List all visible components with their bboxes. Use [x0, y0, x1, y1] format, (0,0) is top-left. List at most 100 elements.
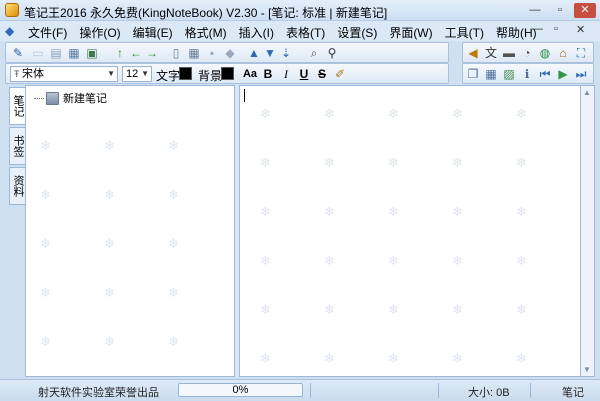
status-separator — [438, 383, 439, 398]
tab-notes[interactable]: 笔记 — [9, 87, 25, 125]
snowflake-watermark-icon: ❄ — [452, 155, 463, 170]
pen-icon[interactable]: ✎ — [10, 45, 26, 61]
right-toolbar: ◀ 文 ▬ ◔ ◍ ⌂ ⛶ — [462, 42, 594, 63]
tab-bookmarks[interactable]: 书签 — [9, 127, 25, 165]
note-tree: 新建笔记 ❄ ❄ ❄ ❄ ❄ ❄ ❄ ❄ ❄ ❄ ❄ ❄ ❄ ❄ ❄ — [25, 85, 235, 377]
size-readout: 大小: 0B — [468, 387, 510, 399]
progress-bar: 0% — [178, 383, 303, 397]
clock-icon[interactable]: ◔ — [519, 45, 535, 61]
menu-edit[interactable]: 编辑(E) — [127, 24, 179, 41]
snowflake-watermark-icon: ❄ — [260, 155, 271, 170]
text-color-swatch[interactable] — [179, 67, 192, 80]
menu-table[interactable]: 表格(T) — [280, 24, 331, 41]
vertical-scrollbar[interactable]: ▲ ▼ — [581, 85, 595, 377]
info-icon[interactable]: ℹ — [519, 66, 535, 82]
font-name-value: 宋体 — [22, 68, 44, 80]
font-size-select[interactable]: 12 ▼ — [122, 66, 152, 82]
globe-icon[interactable]: ◍ — [537, 45, 553, 61]
table-icon[interactable]: ▦ — [186, 45, 202, 61]
menu-interface[interactable]: 界面(W) — [383, 24, 438, 41]
status-separator — [530, 383, 531, 398]
export-icon[interactable]: ▣ — [84, 45, 100, 61]
menu-operate[interactable]: 操作(O) — [73, 24, 126, 41]
menu-file[interactable]: 文件(F) — [22, 24, 73, 41]
underline-button[interactable]: U — [296, 66, 312, 82]
first-icon[interactable]: ⏮ — [537, 66, 553, 82]
snowflake-watermark-icon: ❄ — [324, 106, 335, 121]
home-icon[interactable]: ⌂ — [555, 45, 571, 61]
menu-logo-icon: ◆ — [5, 24, 15, 38]
menu-format[interactable]: 格式(M) — [179, 24, 233, 41]
restore-button[interactable]: ▫ — [550, 3, 570, 18]
snowflake-watermark-icon: ❄ — [40, 285, 51, 300]
snowflake-watermark-icon: ❄ — [388, 106, 399, 121]
snowflake-watermark-icon: ❄ — [516, 302, 527, 317]
snowflake-watermark-icon: ❄ — [40, 236, 51, 251]
copy-icon[interactable]: ❐ — [465, 66, 481, 82]
arrow-down-blue-icon[interactable]: ▼ — [262, 45, 278, 61]
move-right-icon[interactable]: → — [144, 45, 160, 61]
progress-label: 0% — [232, 384, 249, 396]
page-icon[interactable]: ▯ — [168, 45, 184, 61]
brand-credit: 射天软件实验室荣誉出品 — [38, 387, 159, 399]
new-icon[interactable]: ▭ — [30, 45, 46, 61]
snowflake-watermark-icon: ❄ — [260, 106, 271, 121]
tree-item[interactable]: 新建笔记 — [34, 90, 107, 106]
doc-restore-button[interactable]: ▫ — [554, 23, 558, 35]
snowflake-watermark-icon: ❄ — [260, 253, 271, 268]
doc-minimize-button[interactable]: — — [532, 23, 543, 35]
tree-item-label: 新建笔记 — [63, 93, 107, 105]
tab-materials[interactable]: 资料 — [9, 167, 25, 205]
translate-icon[interactable]: 文 — [483, 45, 499, 61]
snowflake-watermark-icon: ❄ — [324, 204, 335, 219]
snowflake-watermark-icon: ❄ — [168, 334, 179, 349]
menu-tools[interactable]: 工具(T) — [439, 24, 490, 41]
text-caret — [244, 89, 245, 102]
preview-icon[interactable]: ⌕ — [306, 45, 322, 61]
grid-icon[interactable]: ▦ — [483, 66, 499, 82]
menu-bar: ◆ 文件(F) 操作(O) 编辑(E) 格式(M) 插入(I) 表格(T) 设置… — [0, 21, 600, 41]
bg-color-swatch[interactable] — [221, 67, 234, 80]
speaker-icon[interactable]: ◀ — [465, 45, 481, 61]
menu-settings[interactable]: 设置(S) — [331, 24, 383, 41]
tag-icon[interactable]: ◆ — [222, 45, 238, 61]
snowflake-watermark-icon: ❄ — [260, 351, 271, 366]
snowflake-watermark-icon: ❄ — [388, 253, 399, 268]
disk-icon[interactable]: ▪ — [204, 45, 220, 61]
note-editor[interactable]: ❄ ❄ ❄ ❄ ❄ ❄ ❄ ❄ ❄ ❄ ❄ ❄ ❄ ❄ ❄ ❄ ❄ ❄ ❄ ❄ ❄ ❄ ❄ ❄ ❄ ❄ ❄ ❄ ❄ ❄ — [239, 85, 581, 377]
up-arrow-icon[interactable]: ↑ — [112, 45, 128, 61]
snowflake-watermark-icon: ❄ — [516, 204, 527, 219]
snowflake-watermark-icon: ❄ — [168, 187, 179, 202]
sort-icon[interactable]: ⇣ — [278, 45, 294, 61]
snowflake-watermark-icon: ❄ — [452, 106, 463, 121]
italic-button[interactable]: I — [278, 66, 294, 82]
move-left-icon[interactable]: ← — [128, 45, 144, 61]
snowflake-watermark-icon: ❄ — [452, 204, 463, 219]
bold-button[interactable]: B — [260, 66, 276, 82]
snowflake-watermark-icon: ❄ — [516, 155, 527, 170]
play-icon[interactable]: ▶ — [555, 66, 571, 82]
image-icon[interactable]: ▨ — [501, 66, 517, 82]
minimize-button[interactable]: — — [525, 3, 545, 18]
save-icon[interactable]: ▦ — [66, 45, 82, 61]
fullscreen-icon[interactable]: ⛶ — [573, 45, 589, 61]
font-name-select[interactable]: Ŧ 宋体 ▼ — [10, 66, 118, 82]
keyboard-icon[interactable]: ▬ — [501, 45, 517, 61]
last-icon[interactable]: ⏭ — [573, 66, 589, 82]
snowflake-watermark-icon: ❄ — [388, 155, 399, 170]
font-size-toggle-button[interactable]: Aa — [242, 66, 258, 82]
scroll-up-icon[interactable]: ▲ — [583, 88, 591, 97]
strikethrough-button[interactable]: S — [314, 66, 330, 82]
brush-icon[interactable]: ✐ — [332, 66, 348, 82]
close-button[interactable]: ✕ — [574, 3, 596, 18]
doc-close-button[interactable]: ✕ — [576, 23, 585, 36]
snowflake-watermark-icon: ❄ — [40, 334, 51, 349]
arrow-up-blue-icon[interactable]: ▲ — [246, 45, 262, 61]
open-icon[interactable]: ▤ — [48, 45, 64, 61]
window-title: 笔记王2016 永久免费(KingNoteBook) V2.30 - [笔记: … — [24, 6, 388, 20]
status-bar: 射天软件实验室荣誉出品 0% 大小: 0B 笔记 — [0, 379, 600, 401]
snowflake-watermark-icon: ❄ — [260, 204, 271, 219]
menu-insert[interactable]: 插入(I) — [233, 24, 280, 41]
scroll-down-icon[interactable]: ▼ — [583, 365, 591, 374]
find-icon[interactable]: ⚲ — [324, 45, 340, 61]
